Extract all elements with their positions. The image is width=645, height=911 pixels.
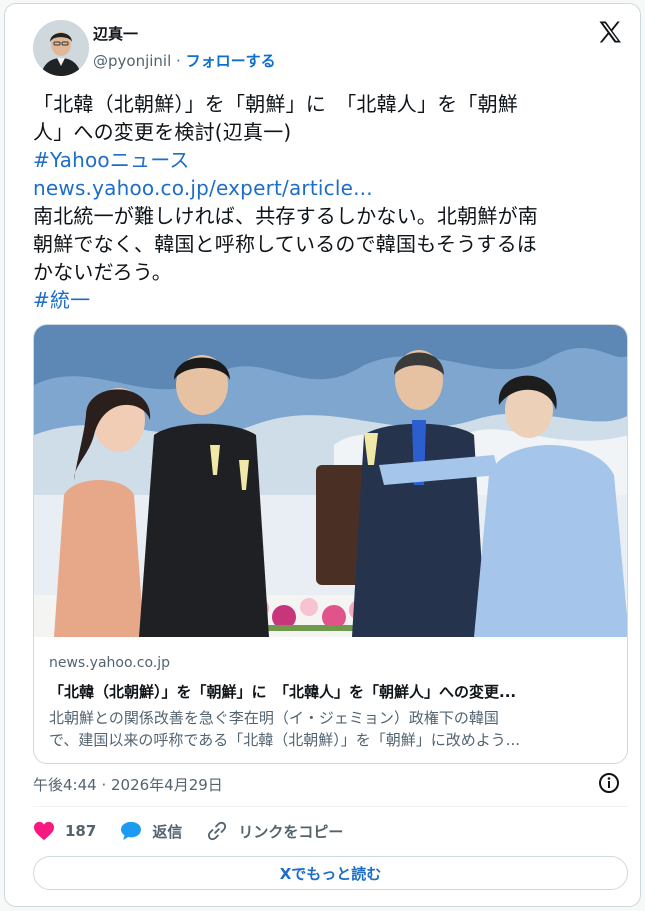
heart-icon — [34, 821, 54, 841]
like-count: 187 — [65, 822, 97, 840]
x-logo-icon[interactable] — [596, 18, 624, 46]
post-line-5: かないだろう。 — [33, 260, 172, 284]
follow-button[interactable]: フォローする — [186, 52, 276, 70]
reply-label: 返信 — [152, 822, 183, 841]
post-line-4: 朝鮮でなく、韓国と呼称しているので韓国もそうするほ — [33, 232, 537, 256]
article-url-link[interactable]: news.yahoo.co.jp/expert/article... — [33, 174, 618, 202]
author-name[interactable]: 辺真一 — [93, 23, 138, 44]
divider — [33, 806, 628, 807]
info-icon[interactable] — [598, 772, 620, 794]
post-text: 「北韓（北朝鮮）」を「朝鮮」に 「北韓人」を「朝鮮 人」への変更を検討(辺真一)… — [33, 90, 618, 314]
post-line-2: 人」への変更を検討(辺真一) — [33, 120, 292, 144]
reply-button[interactable]: 返信 — [120, 821, 182, 842]
link-preview-card[interactable]: news.yahoo.co.jp 「北韓（北朝鮮）」を「朝鮮」に 「北韓人」を「… — [33, 324, 628, 764]
link-description: 北朝鮮との関係改善を急ぐ李在明（イ・ジェミョン）政権下の韓国 で、建国以来の呼称… — [49, 707, 614, 751]
copy-link-label: リンクをコピー — [238, 822, 344, 841]
avatar[interactable] — [33, 20, 89, 76]
post-line-1: 「北韓（北朝鮮）」を「朝鮮」に 「北韓人」を「朝鮮 — [33, 92, 518, 116]
link-description-line-2: で、建国以来の呼称である「北韓（北朝鮮）」を「朝鮮」に改めよう... — [49, 731, 521, 749]
like-button[interactable]: 187 — [33, 821, 96, 841]
link-domain: news.yahoo.co.jp — [49, 655, 170, 671]
article-photo[interactable] — [34, 325, 627, 637]
author-handle[interactable]: @pyonjinil — [93, 52, 171, 70]
link-description-line-1: 北朝鮮との関係改善を急ぐ李在明（イ・ジェミョン）政権下の韓国 — [49, 709, 499, 727]
link-chain-icon — [208, 821, 227, 841]
reply-bubble-icon — [121, 821, 142, 841]
timestamp[interactable]: 午後4:44 · 2026年4月29日 — [33, 774, 223, 795]
tweet-card: 辺真一 @pyonjinil · フォローする 「北韓（北朝鮮）」を「朝鮮」に … — [4, 3, 641, 907]
hashtag-yahoo-news[interactable]: #Yahooニュース — [33, 146, 618, 174]
read-more-button[interactable]: Xでもっと読む — [33, 856, 628, 890]
action-bar: 187 返信 リンクをコピー — [33, 818, 367, 844]
link-title[interactable]: 「北韓（北朝鮮）」を「朝鮮」に 「北韓人」を「朝鮮人」への変更... — [49, 681, 614, 702]
post-line-3: 南北統一が難しければ、共存するしかない。北朝鮮が南 — [33, 204, 538, 228]
hashtag-unification[interactable]: #統一 — [33, 286, 618, 314]
separator-dot: · — [176, 52, 181, 70]
author-handle-row: @pyonjinil · フォローする — [93, 50, 276, 71]
copy-link-button[interactable]: リンクをコピー — [206, 820, 343, 842]
